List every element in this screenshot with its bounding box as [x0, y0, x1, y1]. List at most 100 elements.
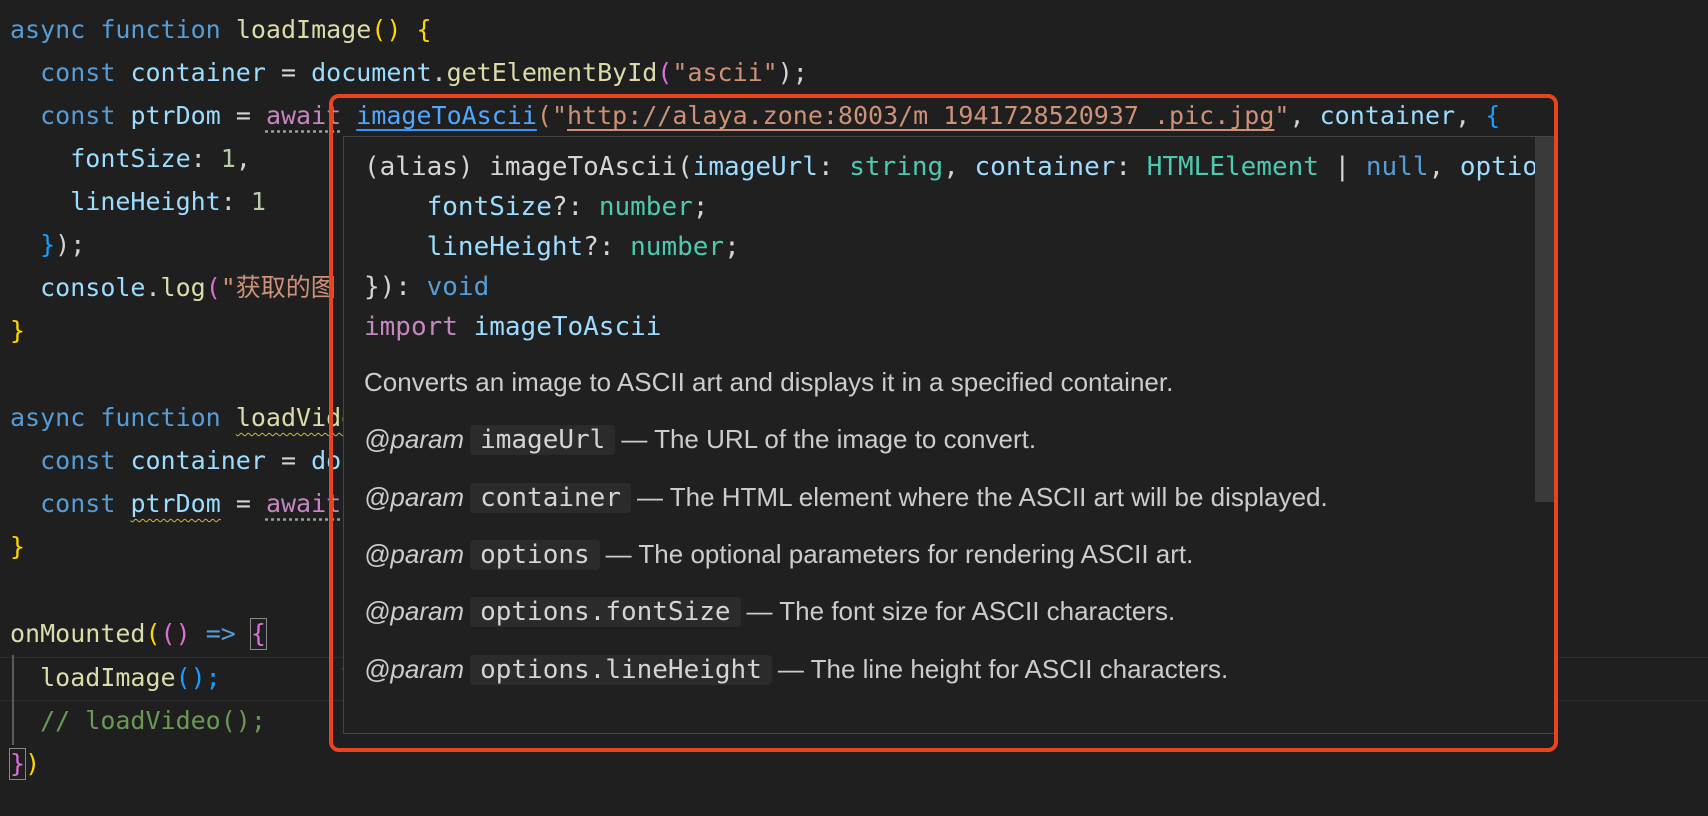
prop-lineheight: lineHeight: [70, 187, 221, 216]
sig-punct: :: [817, 152, 850, 182]
method-log: log: [160, 273, 206, 302]
param-desc: — The line height for ASCII characters.: [777, 654, 1229, 684]
keyword-const: const: [40, 58, 116, 87]
brace: }: [40, 230, 56, 259]
param-name: options.lineHeight: [470, 655, 772, 685]
param-tag: @param: [364, 482, 465, 512]
prop-lineheight: lineHeight: [426, 232, 584, 262]
string-open: (": [536, 101, 567, 130]
string-literal: "获取的图: [220, 273, 336, 302]
colon: :: [220, 187, 236, 216]
operator: =: [280, 446, 297, 475]
code-line-12[interactable]: const ptrDom = await: [10, 482, 341, 525]
code-line-15[interactable]: onMounted(() => {: [10, 612, 267, 655]
sig-punct: ,: [943, 152, 975, 182]
param-tag: @param: [364, 654, 465, 684]
import-line: import imageToAscii: [364, 307, 661, 347]
keyword-import: import: [364, 312, 458, 342]
keyword-await: await: [265, 101, 342, 130]
code-line-10[interactable]: async function loadVide: [10, 396, 356, 439]
comment: // loadVideo();: [40, 706, 266, 735]
var-ptrdom: ptrDom: [130, 489, 221, 518]
hover-tooltip[interactable]: (alias) imageToAscii(imageUrl: string, c…: [343, 136, 1558, 734]
param-desc: — The font size for ASCII characters.: [746, 596, 1176, 626]
string-close: ": [1274, 101, 1290, 130]
code-line-11[interactable]: const container = doc: [10, 439, 356, 482]
param-desc: — The URL of the image to convert.: [621, 424, 1037, 454]
param-container: container: [974, 152, 1116, 182]
paren: (): [371, 15, 402, 44]
brace: }: [10, 532, 26, 561]
sig-punct: |: [1318, 152, 1366, 182]
type-void: void: [426, 272, 490, 302]
type-number: number: [630, 232, 725, 262]
code-line-13[interactable]: }: [10, 525, 25, 568]
hover-scrollbar-thumb[interactable]: [1535, 137, 1555, 502]
signature-line-3: lineHeight?: number;: [364, 227, 740, 267]
type-null: null: [1365, 152, 1429, 182]
comma: ,: [1455, 101, 1471, 130]
type-htmlelement: HTMLElement: [1146, 152, 1319, 182]
param-row-options-fontsize: @param options.fontSize — The font size fo…: [364, 591, 1175, 632]
param-name: imageUrl: [470, 425, 616, 455]
sig-punct: ?:: [551, 192, 599, 222]
sig-punct: ;: [692, 192, 709, 222]
paren: (: [145, 619, 161, 648]
hover-scrollbar[interactable]: [1533, 137, 1557, 733]
code-line-8[interactable]: }: [10, 309, 25, 352]
keyword-await: await: [265, 489, 342, 518]
sig-prefix: (alias) imageToAscii(: [364, 152, 693, 182]
code-line-17[interactable]: // loadVideo();: [10, 699, 266, 742]
brace: {: [416, 15, 432, 44]
sig-punct: ?:: [583, 232, 631, 262]
param-name: container: [470, 483, 631, 513]
type-string: string: [849, 152, 944, 182]
code-line-2[interactable]: const container = document.getElementByI…: [10, 51, 808, 94]
string-literal: "ascii": [672, 58, 778, 87]
keyword-function: function: [100, 403, 221, 432]
colon: :: [190, 144, 206, 173]
brace: {: [1485, 101, 1501, 130]
param-row-options: @param options — The optional parameters f…: [364, 534, 1193, 575]
description: Converts an image to ASCII art and displ…: [364, 367, 1174, 397]
param-row-options-lineheight: @param options.lineHeight — The line heigh…: [364, 649, 1228, 690]
keyword-const: const: [40, 446, 116, 475]
hovered-identifier-imagetoascii[interactable]: imageToAscii: [356, 101, 537, 130]
url-link[interactable]: http://alaya.zone:8003/m_1941728520937_.…: [567, 101, 1274, 130]
param-tag: @param: [364, 539, 465, 569]
dot: .: [145, 273, 161, 302]
code-line-3[interactable]: const ptrDom = await imageToAscii("http:…: [10, 94, 1500, 137]
var-container: container: [1319, 101, 1456, 130]
keyword-const: const: [40, 489, 116, 518]
code-line-1[interactable]: async function loadImage() {: [10, 8, 432, 51]
param-tag: @param: [364, 424, 465, 454]
code-line-16[interactable]: loadImage(); Yo: [10, 656, 371, 699]
param-row-container: @param container — The HTML element where …: [364, 477, 1328, 518]
operator: =: [235, 101, 251, 130]
code-line-7[interactable]: console.log("获取的图: [10, 266, 336, 309]
brace: }: [10, 316, 26, 345]
param-name: options: [470, 540, 600, 570]
param-tag: @param: [364, 596, 465, 626]
code-line-6[interactable]: });: [10, 223, 85, 266]
paren: (: [657, 58, 673, 87]
brace-match: {: [249, 618, 267, 650]
code-line-5[interactable]: lineHeight: 1: [10, 180, 266, 223]
prop-fontsize: fontSize: [426, 192, 552, 222]
number: 1: [250, 187, 266, 216]
code-line-4[interactable]: fontSize: 1,: [10, 137, 251, 180]
code-line-18[interactable]: }): [8, 742, 40, 785]
var-document: document: [311, 58, 432, 87]
comma: ,: [235, 144, 251, 173]
var-container: container: [130, 58, 266, 87]
param-desc: — The HTML element where the ASCII art w…: [636, 482, 1328, 512]
prop-fontsize: fontSize: [70, 144, 191, 173]
var-ptrdom: ptrDom: [130, 101, 221, 130]
brace-match: }: [8, 748, 27, 780]
sig-punct: ;: [724, 232, 740, 262]
var-container: container: [130, 446, 266, 475]
operator: =: [280, 58, 297, 87]
keyword-async: async: [10, 15, 86, 44]
param-imageurl: imageUrl: [692, 152, 818, 182]
paren: (: [205, 273, 221, 302]
